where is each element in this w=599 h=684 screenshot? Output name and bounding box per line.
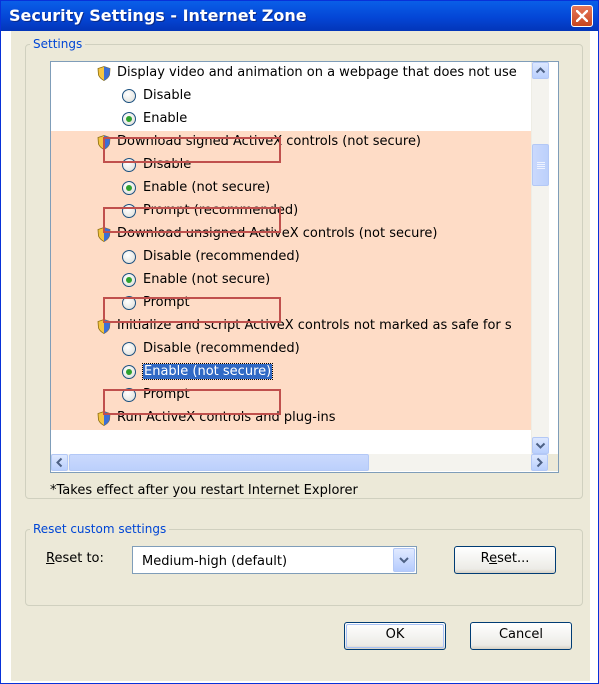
list-item[interactable]: Disable: [51, 85, 531, 108]
list-item[interactable]: Enable: [51, 108, 531, 131]
reset-legend: Reset custom settings: [33, 522, 167, 536]
list-item[interactable]: Run ActiveX controls and plug-ins: [51, 407, 531, 430]
radio-button[interactable]: [122, 388, 136, 402]
radio-button[interactable]: [122, 204, 136, 218]
settings-legend: Settings: [33, 37, 83, 51]
dropdown-button[interactable]: [393, 548, 415, 572]
reset-level-value: Medium-high (default): [142, 554, 288, 569]
option-label: Enable (not secure): [143, 180, 271, 195]
chevron-up-icon: [535, 67, 546, 74]
close-button[interactable]: [571, 5, 593, 27]
chevron-right-icon: [536, 457, 543, 468]
selected-option-label: Enable (not secure): [141, 363, 274, 380]
radio-button[interactable]: [122, 158, 136, 172]
security-settings-dialog: Security Settings - Internet Zone Settin…: [0, 0, 599, 684]
scroll-left-button[interactable]: [51, 454, 68, 471]
reset-button-post: set...: [497, 551, 530, 566]
list-item[interactable]: Disable (recommended): [51, 246, 531, 269]
shield-icon: [97, 135, 111, 150]
list-item[interactable]: Enable (not secure): [51, 361, 531, 384]
option-label: Prompt: [143, 387, 190, 402]
close-icon: [576, 10, 588, 22]
list-item[interactable]: Display video and animation on a webpage…: [51, 62, 531, 85]
vertical-scroll-thumb[interactable]: [532, 144, 549, 186]
vertical-scrollbar[interactable]: [531, 62, 549, 454]
shield-icon: [97, 66, 111, 81]
list-item[interactable]: Disable: [51, 154, 531, 177]
list-item[interactable]: Prompt: [51, 384, 531, 407]
chevron-left-icon: [56, 457, 63, 468]
radio-button[interactable]: [122, 342, 136, 356]
scroll-up-button[interactable]: [532, 62, 549, 79]
radio-button[interactable]: [122, 89, 136, 103]
category-label: Download unsigned ActiveX controls (not …: [117, 226, 438, 241]
option-label: Prompt (recommended): [143, 203, 299, 218]
scroll-right-button[interactable]: [531, 454, 548, 471]
list-item[interactable]: Prompt (recommended): [51, 200, 531, 223]
chevron-down-icon: [399, 557, 409, 564]
category-label: Initialize and script ActiveX controls n…: [117, 318, 512, 333]
chevron-down-icon: [535, 442, 546, 449]
shield-icon: [97, 227, 111, 242]
radio-button[interactable]: [122, 181, 136, 195]
list-item[interactable]: Download unsigned ActiveX controls (not …: [51, 223, 531, 246]
option-label: Disable: [143, 157, 192, 172]
category-label: Run ActiveX controls and plug-ins: [117, 410, 336, 425]
reset-button-pre: R: [480, 551, 490, 566]
shield-icon: [97, 319, 111, 334]
radio-button[interactable]: [122, 112, 136, 126]
cancel-button[interactable]: Cancel: [470, 622, 572, 650]
list-item[interactable]: Download signed ActiveX controls (not se…: [51, 131, 531, 154]
list-item[interactable]: Enable (not secure): [51, 269, 531, 292]
list-item[interactable]: Initialize and script ActiveX controls n…: [51, 315, 531, 338]
restart-note: *Takes effect after you restart Internet…: [50, 483, 358, 498]
scrollbar-corner: [548, 454, 558, 471]
radio-button[interactable]: [122, 250, 136, 264]
shield-icon: [97, 411, 111, 426]
list-item[interactable]: Prompt: [51, 292, 531, 315]
option-label: Enable (not secure): [141, 363, 274, 380]
category-label: Display video and animation on a webpage…: [117, 65, 517, 80]
reset-level-select[interactable]: Medium-high (default): [132, 546, 417, 574]
list-item[interactable]: Disable (recommended): [51, 338, 531, 361]
window-title: Security Settings - Internet Zone: [9, 6, 307, 25]
radio-button[interactable]: [122, 296, 136, 310]
horizontal-scroll-thumb[interactable]: [69, 454, 369, 471]
option-label: Prompt: [143, 295, 190, 310]
title-bar[interactable]: Security Settings - Internet Zone: [1, 1, 598, 31]
settings-list[interactable]: Display video and animation on a webpage…: [50, 61, 559, 473]
reset-button[interactable]: Reset...: [454, 546, 556, 574]
reset-to-label-post: eset to:: [54, 551, 104, 566]
reset-button-accel: e: [489, 551, 498, 566]
settings-list-content: Display video and animation on a webpage…: [51, 62, 531, 454]
option-label: Disable (recommended): [143, 249, 300, 264]
option-label: Enable (not secure): [143, 272, 271, 287]
scroll-down-button[interactable]: [532, 437, 549, 454]
category-label: Download signed ActiveX controls (not se…: [117, 134, 422, 149]
option-label: Enable: [143, 111, 188, 126]
horizontal-scrollbar[interactable]: [51, 454, 548, 471]
radio-button[interactable]: [122, 365, 136, 379]
option-label: Disable: [143, 88, 192, 103]
list-item[interactable]: Enable (not secure): [51, 177, 531, 200]
ok-button[interactable]: OK: [344, 622, 446, 650]
option-label: Disable (recommended): [143, 341, 300, 356]
radio-button[interactable]: [122, 273, 136, 287]
reset-to-label: Reset to:: [46, 551, 104, 566]
